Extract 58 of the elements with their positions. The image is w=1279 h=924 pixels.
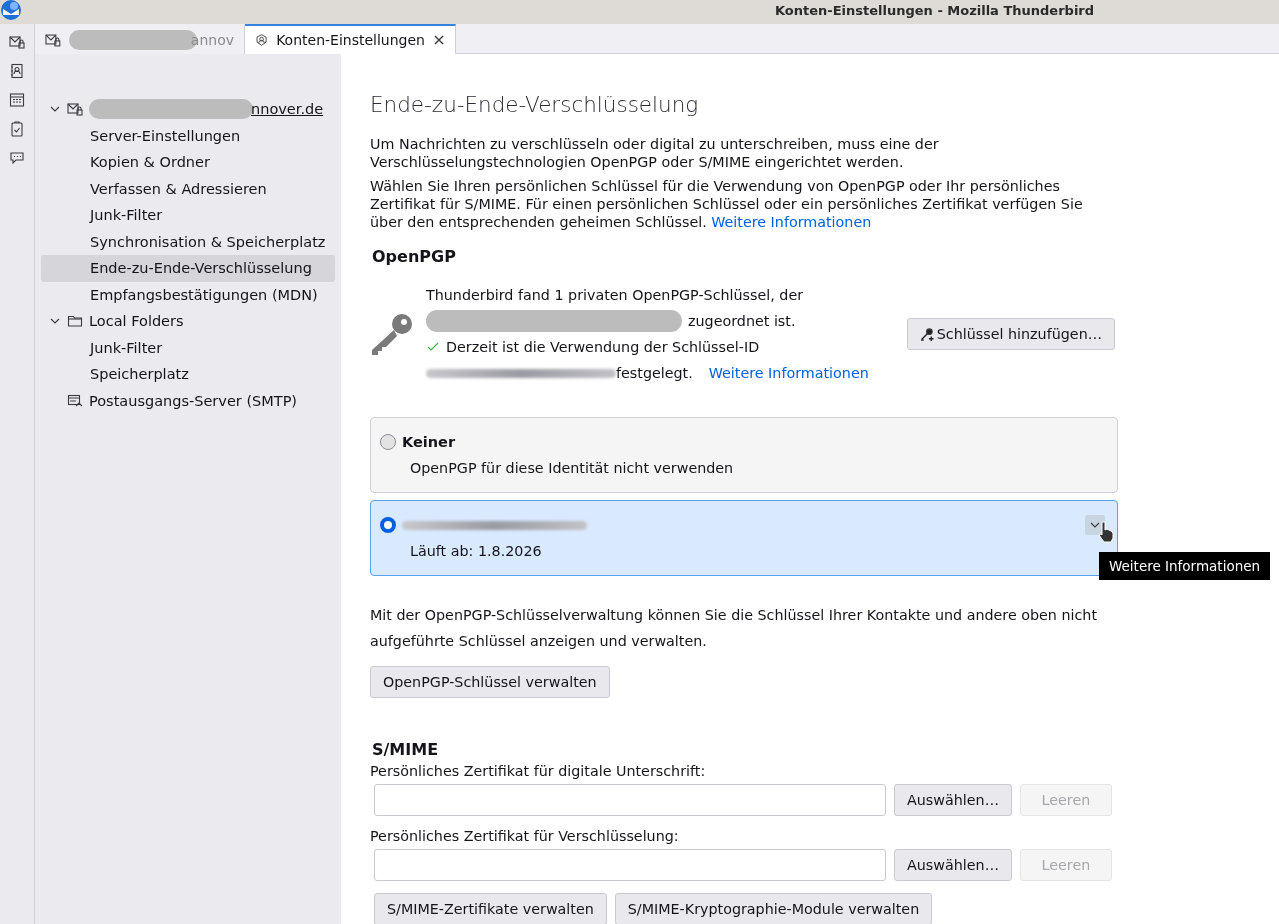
key-plus-icon bbox=[919, 326, 935, 342]
mail-icon bbox=[9, 34, 25, 50]
pointer-cursor-icon bbox=[1097, 521, 1115, 543]
app-logo-icon bbox=[0, 0, 22, 21]
radio-button[interactable] bbox=[380, 517, 396, 533]
certificate-field[interactable] bbox=[374, 784, 886, 816]
sidebar-item[interactable]: Junk-Filter bbox=[41, 202, 335, 229]
key-status-text: Thunderbird fand 1 privaten OpenPGP-Schlüssel, der bbox=[426, 287, 804, 303]
key-icon bbox=[370, 312, 414, 356]
key-status-text: zugeordnet ist. bbox=[688, 313, 796, 329]
manage-button[interactable]: S/MIME-Zertifikate verwalten bbox=[374, 893, 607, 924]
radio-button[interactable] bbox=[380, 434, 396, 450]
calendar-icon bbox=[9, 92, 25, 108]
mail-lock-icon bbox=[45, 32, 61, 48]
sidebar-item[interactable]: Junk-Filter bbox=[41, 334, 335, 361]
more-info-link[interactable]: Weitere Informationen bbox=[708, 365, 869, 381]
field-label: Persönliches Zertifikat für digitale Unterschrift: bbox=[370, 763, 707, 779]
manage-button[interactable]: S/MIME-Kryptographie-Module verwalten bbox=[614, 893, 933, 924]
mail-lock-icon bbox=[67, 101, 83, 118]
sidebar-item[interactable]: Local Folders bbox=[41, 308, 335, 335]
option-description: OpenPGP für diese Identität nicht verwenden bbox=[410, 460, 735, 476]
option-title: Keiner bbox=[402, 434, 456, 450]
sidebar-item[interactable]: Verfassen & Adressieren bbox=[41, 175, 335, 202]
more-info-link[interactable]: Weitere Informationen bbox=[711, 214, 872, 230]
sidebar-item[interactable]: Kopien & Ordner bbox=[41, 149, 335, 176]
sidebar-item[interactable]: Speicherplatz bbox=[41, 361, 335, 388]
key-status-text: festgelegt. bbox=[616, 365, 693, 381]
key-status-text: Derzeit ist die Verwendung der Schlüssel-ID bbox=[446, 339, 760, 355]
option-description: Läuft ab: 1.8.2026 bbox=[410, 543, 543, 559]
select-button[interactable]: Auswählen… bbox=[894, 849, 1012, 881]
section-title: OpenPGP bbox=[372, 247, 457, 266]
sidebar-item[interactable]: Server-Einstellungen bbox=[41, 122, 335, 149]
address-book-icon bbox=[9, 63, 25, 79]
manage-text: Mit der OpenPGP-Schlüsselverwaltung können Sie die Schlüssel Ihrer Kontakte und andere oben nicht aufgeführte Schlüssel anzeigen und verwalten. bbox=[370, 606, 1098, 651]
sidebar-item[interactable]: Empfangsbestätigungen (MDN) bbox=[41, 281, 335, 308]
intro-text: Um Nachrichten zu verschlüsseln oder digital zu unterschreiben, muss eine der Verschlüsselungstechnologien OpenPGP oder S/MIME eingerichtet werden. bbox=[370, 135, 940, 171]
sidebar-item[interactable]: nnover.de bbox=[41, 96, 335, 123]
certificate-field[interactable] bbox=[374, 849, 886, 881]
tab[interactable]: Konten-Einstellungen bbox=[245, 24, 456, 54]
field-label: Persönliches Zertifikat für Verschlüsselung: bbox=[370, 828, 680, 844]
page-heading: Ende-zu-Ende-Verschlüsselung bbox=[370, 92, 700, 117]
section-title: S/MIME bbox=[372, 740, 440, 759]
intro-text: Wählen Sie Ihren persönlichen Schlüssel für die Verwendung von OpenPGP oder Ihr persönliches Zertifikat für S/MIME. Für einen persönlichen Schlüssel oder ein persönliches Zertifikat verfügen Sie über den entsprechenden geheimen Schlüssel. Weitere Informationen bbox=[370, 177, 1084, 231]
sidebar-item[interactable]: Postausgangs-Server (SMTP) bbox=[41, 387, 335, 414]
tasks-icon bbox=[9, 121, 25, 137]
window-title: Konten-Einstellungen - Mozilla Thunderbird bbox=[775, 3, 1095, 18]
close-icon bbox=[433, 34, 445, 46]
add-key-button[interactable]: Schlüssel hinzufügen… bbox=[906, 318, 1115, 350]
chat-icon bbox=[9, 150, 25, 166]
select-button[interactable]: Auswählen… bbox=[894, 784, 1012, 816]
folder-icon bbox=[67, 313, 83, 330]
tooltip: Weitere Informationen bbox=[1099, 552, 1271, 580]
outbox-icon bbox=[67, 392, 83, 409]
account-settings-icon bbox=[255, 32, 269, 48]
manage-keys-button[interactable]: OpenPGP-Schlüssel verwalten bbox=[370, 666, 610, 698]
sidebar-item[interactable]: Ende-zu-Ende-Verschlüsselung bbox=[41, 255, 335, 282]
key-option-card[interactable]: Keiner OpenPGP für diese Identität nicht verwenden bbox=[370, 417, 1118, 493]
sidebar-item[interactable]: Synchronisation & Speicherplatz bbox=[41, 228, 335, 255]
